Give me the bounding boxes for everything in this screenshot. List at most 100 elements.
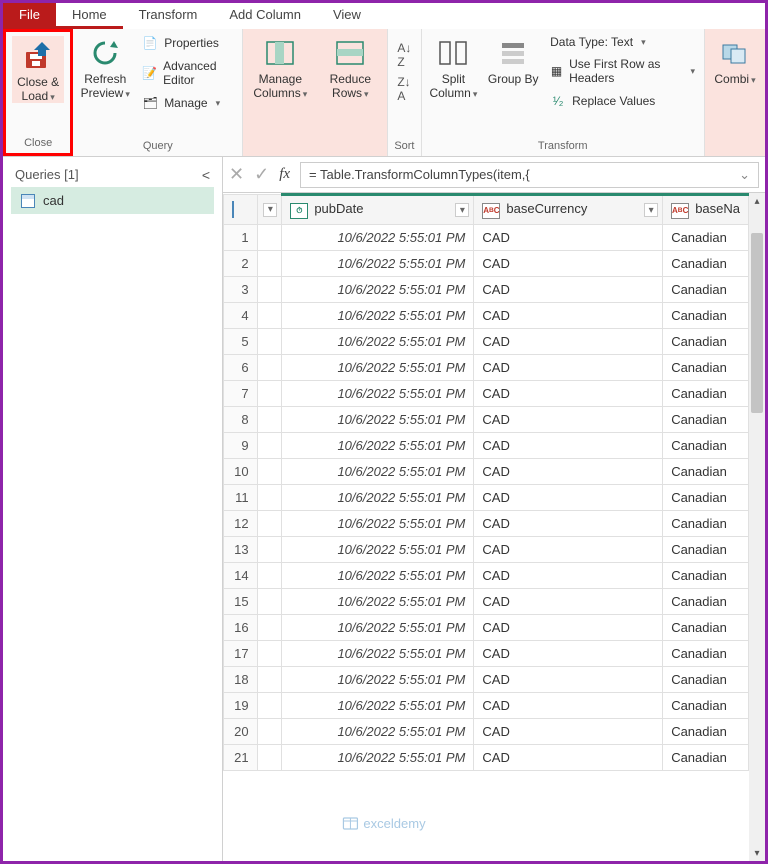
cell-basename[interactable]: Canadian [663, 355, 749, 381]
cell-pubdate[interactable]: 10/6/2022 5:55:01 PM [282, 329, 474, 355]
cell-pubdate[interactable]: 10/6/2022 5:55:01 PM [282, 485, 474, 511]
row-select-cell[interactable] [257, 329, 282, 355]
grid-corner[interactable] [224, 195, 258, 225]
table-row[interactable]: 1210/6/2022 5:55:01 PMCADCanadian [224, 511, 749, 537]
query-item-cad[interactable]: cad [11, 187, 214, 214]
cell-pubdate[interactable]: 10/6/2022 5:55:01 PM [282, 563, 474, 589]
cell-basename[interactable]: Canadian [663, 303, 749, 329]
scroll-down-button[interactable]: ▾ [749, 845, 765, 861]
group-by-button[interactable]: Group By [487, 33, 539, 86]
column-header-basename[interactable]: ABCbaseNa [663, 195, 749, 225]
row-select-cell[interactable] [257, 225, 282, 251]
reduce-rows-button[interactable]: Reduce Rows [319, 33, 381, 100]
cell-basecurrency[interactable]: CAD [474, 745, 663, 771]
column-header-basecurrency[interactable]: ABCbaseCurrency▾ [474, 195, 663, 225]
row-select-cell[interactable] [257, 459, 282, 485]
cell-basecurrency[interactable]: CAD [474, 563, 663, 589]
table-row[interactable]: 1610/6/2022 5:55:01 PMCADCanadian [224, 615, 749, 641]
row-select-cell[interactable] [257, 485, 282, 511]
tab-add-column[interactable]: Add Column [213, 3, 317, 29]
table-row[interactable]: 1810/6/2022 5:55:01 PMCADCanadian [224, 667, 749, 693]
cell-basename[interactable]: Canadian [663, 641, 749, 667]
cell-basecurrency[interactable]: CAD [474, 277, 663, 303]
refresh-preview-button[interactable]: Refresh Preview [79, 33, 131, 100]
cell-pubdate[interactable]: 10/6/2022 5:55:01 PM [282, 433, 474, 459]
tab-home[interactable]: Home [56, 3, 123, 29]
row-select-cell[interactable] [257, 745, 282, 771]
data-grid[interactable]: ▾ ⏱pubDate▾ ABCbaseCurrency▾ ABCbaseNa 1… [223, 193, 749, 861]
data-type-button[interactable]: Data Type: Text [547, 33, 698, 51]
cell-pubdate[interactable]: 10/6/2022 5:55:01 PM [282, 589, 474, 615]
cell-basename[interactable]: Canadian [663, 745, 749, 771]
cell-basecurrency[interactable]: CAD [474, 381, 663, 407]
cell-pubdate[interactable]: 10/6/2022 5:55:01 PM [282, 277, 474, 303]
chevron-down-icon[interactable]: ▾ [644, 203, 658, 217]
table-row[interactable]: 1710/6/2022 5:55:01 PMCADCanadian [224, 641, 749, 667]
row-select-cell[interactable] [257, 667, 282, 693]
advanced-editor-button[interactable]: 📝Advanced Editor [139, 57, 236, 89]
cell-basename[interactable]: Canadian [663, 459, 749, 485]
scroll-up-button[interactable]: ▴ [749, 193, 765, 209]
cell-basecurrency[interactable]: CAD [474, 615, 663, 641]
cell-basecurrency[interactable]: CAD [474, 251, 663, 277]
row-select-cell[interactable] [257, 251, 282, 277]
first-row-headers-button[interactable]: ▦Use First Row as Headers [547, 55, 698, 87]
table-row[interactable]: 1910/6/2022 5:55:01 PMCADCanadian [224, 693, 749, 719]
cell-basename[interactable]: Canadian [663, 485, 749, 511]
cell-pubdate[interactable]: 10/6/2022 5:55:01 PM [282, 407, 474, 433]
chevron-down-icon[interactable]: ▾ [263, 203, 277, 217]
cell-pubdate[interactable]: 10/6/2022 5:55:01 PM [282, 381, 474, 407]
chevron-down-icon[interactable]: ▾ [455, 203, 469, 217]
cell-basename[interactable]: Canadian [663, 225, 749, 251]
cell-basename[interactable]: Canadian [663, 537, 749, 563]
cell-pubdate[interactable]: 10/6/2022 5:55:01 PM [282, 719, 474, 745]
table-row[interactable]: 1410/6/2022 5:55:01 PMCADCanadian [224, 563, 749, 589]
table-row[interactable]: 110/6/2022 5:55:01 PMCADCanadian [224, 225, 749, 251]
cell-basecurrency[interactable]: CAD [474, 459, 663, 485]
cell-basecurrency[interactable]: CAD [474, 329, 663, 355]
cell-basename[interactable]: Canadian [663, 407, 749, 433]
row-select-cell[interactable] [257, 511, 282, 537]
row-select-cell[interactable] [257, 407, 282, 433]
tab-file[interactable]: File [3, 3, 56, 29]
table-row[interactable]: 1110/6/2022 5:55:01 PMCADCanadian [224, 485, 749, 511]
cell-pubdate[interactable]: 10/6/2022 5:55:01 PM [282, 511, 474, 537]
row-select-cell[interactable] [257, 537, 282, 563]
cell-pubdate[interactable]: 10/6/2022 5:55:01 PM [282, 641, 474, 667]
sort-desc-button[interactable]: Z↓A [394, 73, 413, 105]
cell-pubdate[interactable]: 10/6/2022 5:55:01 PM [282, 459, 474, 485]
row-select-cell[interactable] [257, 693, 282, 719]
tab-view[interactable]: View [317, 3, 377, 29]
cell-pubdate[interactable]: 10/6/2022 5:55:01 PM [282, 693, 474, 719]
row-select-cell[interactable] [257, 303, 282, 329]
scroll-thumb[interactable] [751, 233, 763, 413]
replace-values-button[interactable]: ¹⁄₂Replace Values [547, 91, 698, 111]
cell-basecurrency[interactable]: CAD [474, 641, 663, 667]
cell-pubdate[interactable]: 10/6/2022 5:55:01 PM [282, 225, 474, 251]
cell-basecurrency[interactable]: CAD [474, 303, 663, 329]
cell-basename[interactable]: Canadian [663, 589, 749, 615]
tab-transform[interactable]: Transform [123, 3, 214, 29]
properties-button[interactable]: 📄Properties [139, 33, 236, 53]
row-select-cell[interactable] [257, 355, 282, 381]
cell-basename[interactable]: Canadian [663, 615, 749, 641]
table-row[interactable]: 610/6/2022 5:55:01 PMCADCanadian [224, 355, 749, 381]
vertical-scrollbar[interactable]: ▴ ▾ [749, 193, 765, 861]
table-row[interactable]: 910/6/2022 5:55:01 PMCADCanadian [224, 433, 749, 459]
table-row[interactable]: 1510/6/2022 5:55:01 PMCADCanadian [224, 589, 749, 615]
table-row[interactable]: 310/6/2022 5:55:01 PMCADCanadian [224, 277, 749, 303]
cell-basecurrency[interactable]: CAD [474, 719, 663, 745]
cell-pubdate[interactable]: 10/6/2022 5:55:01 PM [282, 615, 474, 641]
cell-basename[interactable]: Canadian [663, 433, 749, 459]
cell-basecurrency[interactable]: CAD [474, 433, 663, 459]
cell-basecurrency[interactable]: CAD [474, 407, 663, 433]
table-row[interactable]: 710/6/2022 5:55:01 PMCADCanadian [224, 381, 749, 407]
cell-basecurrency[interactable]: CAD [474, 667, 663, 693]
collapse-queries-button[interactable]: < [202, 167, 210, 183]
combine-button[interactable]: Combi [711, 33, 759, 86]
cell-pubdate[interactable]: 10/6/2022 5:55:01 PM [282, 537, 474, 563]
cell-basecurrency[interactable]: CAD [474, 537, 663, 563]
formula-input[interactable]: = Table.TransformColumnTypes(item,{ ⌄ [300, 162, 759, 188]
cell-basecurrency[interactable]: CAD [474, 355, 663, 381]
cell-basename[interactable]: Canadian [663, 693, 749, 719]
